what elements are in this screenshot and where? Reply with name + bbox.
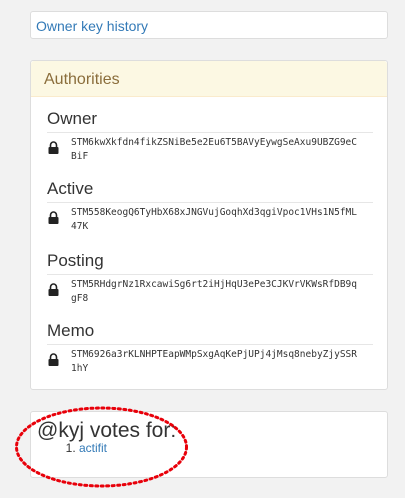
owner-key-history-panel: Owner key history [30, 11, 388, 39]
authority-public-key: STM5RHdgrNz1RxcawiSg6rt2iHjHqU3ePe3CJKVr… [71, 279, 357, 304]
authority-key-row: STM5RHdgrNz1RxcawiSg6rt2iHjHqU3ePe3CJKVr… [47, 274, 373, 308]
list-item: actifit [79, 439, 107, 457]
lock-icon [48, 353, 59, 366]
witness-link-actifit[interactable]: actifit [79, 441, 107, 455]
lock-icon [48, 211, 59, 224]
authority-public-key: STM6kwXkfdn4fikZSNiBe5e2Eu6T5BAVyEywgSeA… [71, 137, 357, 162]
authorities-panel: Authorities Owner STM6kwXkfdn4fikZSNiBe5… [30, 60, 388, 390]
authority-label: Active [47, 179, 94, 198]
authority-owner: Owner STM6kwXkfdn4fikZSNiBe5e2Eu6T5BAVyE… [47, 109, 373, 166]
authority-key-row: STM558KeogQ6TyHbX68xJNGVujGoqhXd3qgiVpoc… [47, 202, 373, 236]
lock-icon [48, 283, 59, 296]
owner-key-history-link[interactable]: Owner key history [36, 18, 148, 34]
authority-key-row: STM6926a3rKLNHPTEapWMpSxgAqKePjUPj4jMsq8… [47, 344, 373, 378]
authorities-header: Authorities [31, 61, 387, 97]
authority-label: Owner [47, 109, 98, 128]
authority-key-row: STM6kwXkfdn4fikZSNiBe5e2Eu6T5BAVyEywgSeA… [47, 132, 373, 166]
authority-memo: Memo STM6926a3rKLNHPTEapWMpSxgAqKePjUPj4… [47, 321, 373, 378]
lock-icon [48, 141, 59, 154]
authority-posting: Posting STM5RHdgrNz1RxcawiSg6rt2iHjHqU3e… [47, 251, 373, 308]
authority-active: Active STM558KeogQ6TyHbX68xJNGVujGoqhXd3… [47, 179, 373, 236]
authority-label: Posting [47, 251, 104, 270]
authority-public-key: STM6926a3rKLNHPTEapWMpSxgAqKePjUPj4jMsq8… [71, 349, 357, 374]
witness-votes-panel: @kyj votes for: actifit [30, 411, 388, 478]
authorities-title: Authorities [44, 71, 120, 88]
authority-public-key: STM558KeogQ6TyHbX68xJNGVujGoqhXd3qgiVpoc… [71, 207, 357, 232]
votes-list: actifit [59, 439, 107, 457]
authority-label: Memo [47, 321, 95, 340]
